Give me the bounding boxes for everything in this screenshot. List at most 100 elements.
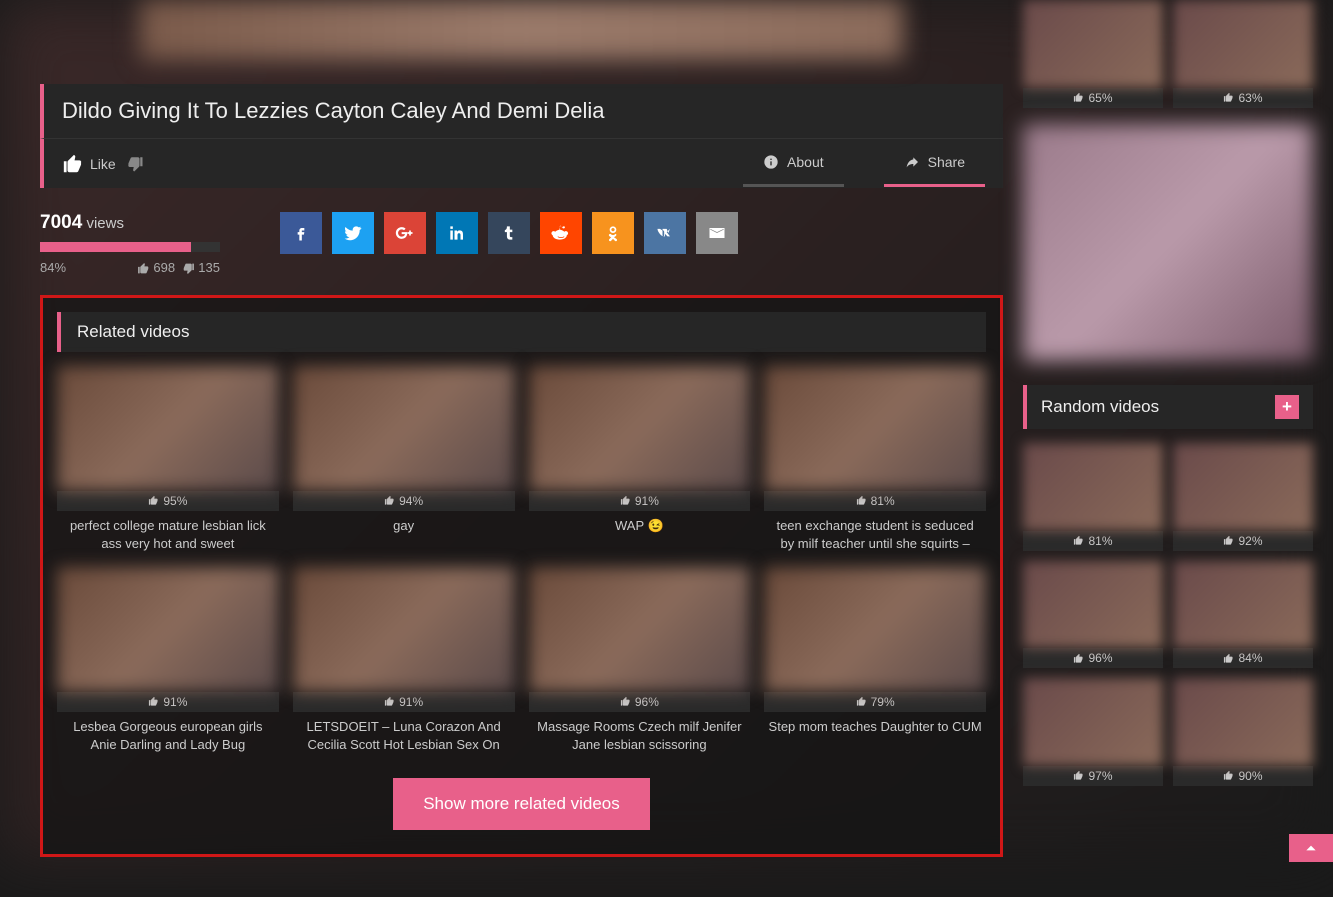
related-video-card[interactable]: 94% gay	[293, 366, 515, 553]
rating-badge: 84%	[1173, 648, 1313, 668]
rating-badge: 96%	[1023, 648, 1163, 668]
related-header: Related videos	[57, 312, 986, 352]
sidebar-video-card[interactable]: 63%	[1173, 0, 1313, 108]
share-linkedin-button[interactable]	[436, 212, 478, 254]
sidebar-video-card[interactable]: 65%	[1023, 0, 1163, 108]
google-plus-icon	[395, 223, 415, 243]
thumbs-down-icon	[182, 262, 195, 275]
rating-percent: 84%	[40, 260, 66, 275]
thumbs-up-icon	[148, 696, 159, 707]
thumbs-up-icon	[856, 495, 867, 506]
rating-badge: 92%	[1173, 531, 1313, 551]
share-google-plus-button[interactable]	[384, 212, 426, 254]
share-odnoklassniki-button[interactable]	[592, 212, 634, 254]
views-label: views	[86, 215, 124, 232]
like-label: Like	[90, 156, 116, 172]
sidebar-video-card[interactable]: 97%	[1023, 678, 1163, 786]
rating-bar	[40, 242, 220, 252]
share-tumblr-button[interactable]	[488, 212, 530, 254]
rating-badge: 81%	[764, 491, 986, 511]
video-thumbnail	[57, 366, 279, 491]
action-row: Like About Share	[40, 138, 1003, 188]
thumbs-down-icon	[126, 155, 144, 173]
rating-badge: 90%	[1173, 766, 1313, 786]
sidebar-ad-banner[interactable]	[1023, 124, 1313, 362]
linkedin-icon	[447, 223, 467, 243]
thumbs-up-icon	[1073, 535, 1084, 546]
video-thumbnail	[1173, 0, 1313, 88]
scroll-to-top-button[interactable]	[1289, 834, 1333, 862]
video-thumbnail	[1023, 0, 1163, 88]
related-video-card[interactable]: 79%Step mom teaches Daughter to CUM	[764, 567, 986, 754]
rating-badge: 65%	[1023, 88, 1163, 108]
video-thumbnail	[529, 567, 751, 692]
video-thumbnail	[764, 567, 986, 692]
random-plus-button[interactable]: +	[1275, 395, 1299, 419]
share-reddit-button[interactable]	[540, 212, 582, 254]
video-thumbnail	[1173, 561, 1313, 649]
rating-badge: 79%	[764, 692, 986, 712]
video-thumbnail	[293, 567, 515, 692]
thumbs-up-icon	[620, 696, 631, 707]
rating-badge: 95%	[57, 491, 279, 511]
related-video-card[interactable]: 91%Lesbea Gorgeous european girls Anie D…	[57, 567, 279, 754]
tab-about[interactable]: About	[743, 140, 844, 187]
rating-badge: 63%	[1173, 88, 1313, 108]
share-twitter-button[interactable]	[332, 212, 374, 254]
related-video-card[interactable]: 91%LETSDOEIT – Luna Corazon And Cecilia …	[293, 567, 515, 754]
sidebar-video-card[interactable]: 84%	[1173, 561, 1313, 669]
video-title: teen exchange student is seduced by milf…	[764, 517, 986, 553]
tab-share[interactable]: Share	[884, 140, 985, 187]
sidebar-video-card[interactable]: 81%	[1023, 443, 1163, 551]
video-thumbnail	[1173, 678, 1313, 766]
stats-block: 7004 views 84% 698 135	[40, 212, 220, 275]
show-more-button[interactable]: Show more related videos	[393, 778, 650, 830]
thumbs-up-icon	[1073, 653, 1084, 664]
thumbs-up-icon	[1223, 92, 1234, 103]
likes-count: 698	[153, 260, 175, 275]
thumbs-up-icon	[1073, 92, 1084, 103]
thumbs-up-icon	[1223, 770, 1234, 781]
video-title: WAP 😉	[529, 517, 751, 535]
video-thumbnail	[57, 567, 279, 692]
thumbs-up-icon	[856, 696, 867, 707]
share-icon	[904, 154, 920, 170]
share-email-button[interactable]	[696, 212, 738, 254]
video-thumbnail	[529, 366, 751, 491]
dislike-button[interactable]	[126, 155, 144, 173]
thumbs-up-icon	[1223, 653, 1234, 664]
share-facebook-button[interactable]	[280, 212, 322, 254]
sidebar-video-card[interactable]: 92%	[1173, 443, 1313, 551]
related-video-card[interactable]: 96%Massage Rooms Czech milf Jenifer Jane…	[529, 567, 751, 754]
vk-icon	[655, 223, 675, 243]
thumbs-up-icon	[384, 696, 395, 707]
video-title: Dildo Giving It To Lezzies Cayton Caley …	[62, 98, 985, 124]
share-buttons-row	[280, 212, 738, 254]
related-videos-section: Related videos 95% perfect college mature…	[40, 295, 1003, 857]
sidebar-video-card[interactable]: 90%	[1173, 678, 1313, 786]
odnoklassniki-icon	[603, 223, 623, 243]
thumbs-up-icon	[384, 495, 395, 506]
rating-badge: 94%	[293, 491, 515, 511]
reddit-icon	[551, 223, 571, 243]
thumbs-up-icon	[137, 262, 150, 275]
video-title: perfect college mature lesbian lick ass …	[57, 517, 279, 553]
thumbs-up-icon	[62, 153, 84, 175]
hero-video-thumbnail[interactable]	[140, 0, 903, 60]
sidebar-video-card[interactable]: 96%	[1023, 561, 1163, 669]
share-vk-button[interactable]	[644, 212, 686, 254]
view-count: 7004	[40, 212, 82, 233]
video-title: gay	[293, 517, 515, 535]
thumbs-up-icon	[620, 495, 631, 506]
related-video-card[interactable]: 91%WAP 😉	[529, 366, 751, 553]
thumbs-up-icon	[1073, 770, 1084, 781]
video-thumbnail	[293, 366, 515, 491]
video-title: Massage Rooms Czech milf Jenifer Jane le…	[529, 718, 751, 754]
thumbs-up-icon	[148, 495, 159, 506]
rating-bar-fill	[40, 242, 191, 252]
related-video-card[interactable]: 95% perfect college mature lesbian lick a…	[57, 366, 279, 553]
like-button[interactable]: Like	[62, 153, 116, 175]
related-video-card[interactable]: 81% teen exchange student is seduced by m…	[764, 366, 986, 553]
tumblr-icon	[499, 223, 519, 243]
facebook-icon	[291, 223, 311, 243]
